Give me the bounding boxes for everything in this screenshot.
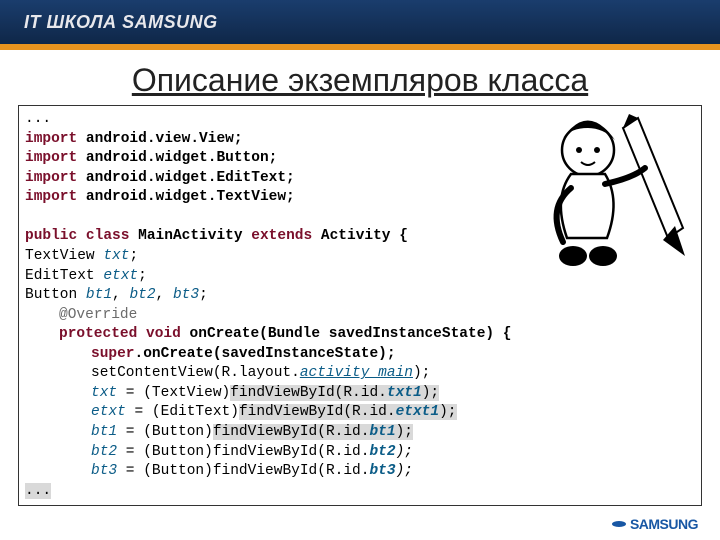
code-line: setContentView(R.layout.activity_main); <box>25 364 695 384</box>
code-line: bt3 = (Button)findViewById(R.id.bt3); <box>25 462 695 482</box>
logo-text: SAMSUNG <box>630 516 698 532</box>
code-line: ... <box>25 482 695 502</box>
brand-text: IT ШКОЛА SAMSUNG <box>24 12 218 33</box>
code-line: Button bt1, bt2, bt3; <box>25 286 695 306</box>
samsung-logo: SAMSUNG <box>612 516 698 532</box>
code-line: super.onCreate(savedInstanceState); <box>25 345 695 365</box>
code-line: bt1 = (Button)findViewById(R.id.bt1); <box>25 423 695 443</box>
code-line: bt2 = (Button)findViewById(R.id.bt2); <box>25 443 695 463</box>
code-line: @Override <box>25 306 695 326</box>
code-line: protected void onCreate(Bundle savedInst… <box>25 325 695 345</box>
header-bar: IT ШКОЛА SAMSUNG <box>0 0 720 50</box>
pencil-boy-illustration <box>533 108 693 278</box>
header-accent <box>0 44 720 50</box>
logo-icon <box>612 521 626 527</box>
code-line: etxt = (EditText)findViewById(R.id.etxt1… <box>25 403 695 423</box>
header-top: IT ШКОЛА SAMSUNG <box>0 0 720 44</box>
code-line: txt = (TextView)findViewById(R.id.txt1); <box>25 384 695 404</box>
slide-title: Описание экземпляров класса <box>0 62 720 99</box>
code-block: ... import android.view.View; import and… <box>18 105 702 506</box>
